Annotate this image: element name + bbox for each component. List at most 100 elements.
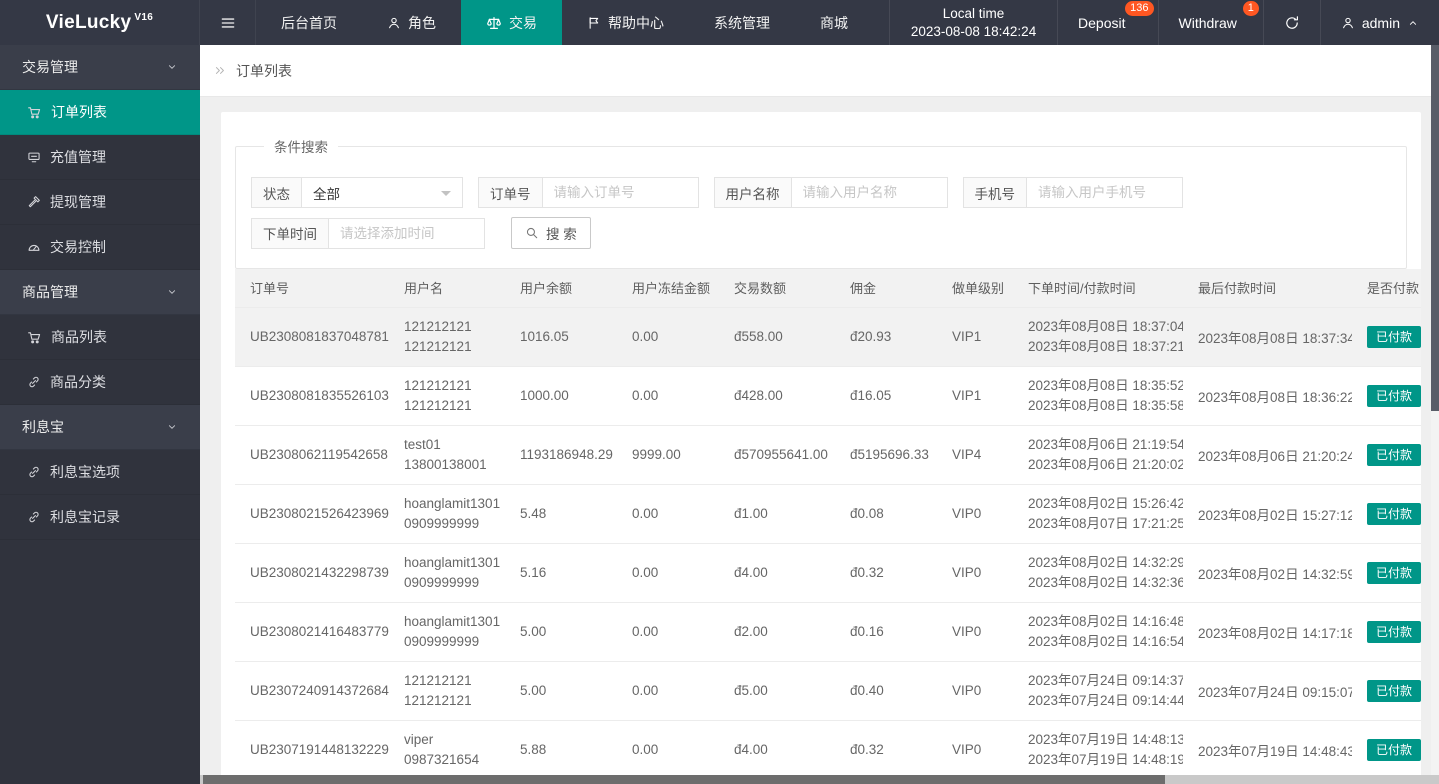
sidebar-item-label: 利息宝选项: [50, 464, 120, 480]
last-pay-cell: 2023年08月08日 18:37:34: [1183, 306, 1352, 366]
main-menu: 后台首页 角色 交易 帮助中心 系统管理 商城: [256, 0, 873, 45]
horizontal-scrollbar[interactable]: [200, 775, 1439, 784]
order-row: UB2308081837048781 121212121 121212121 1016…: [235, 306, 1421, 366]
nav-item-1[interactable]: 角色: [362, 0, 461, 45]
commission-cell: đ20.93: [835, 306, 937, 366]
withdraw-label: Withdraw: [1178, 14, 1237, 31]
sidebar-item[interactable]: 商品分类: [0, 360, 200, 405]
nav-item-2[interactable]: 交易: [461, 0, 562, 45]
sidebar-item[interactable]: 提现管理: [0, 180, 200, 225]
nav-item-label: 交易: [509, 14, 537, 31]
paid-status-button[interactable]: 已付款: [1367, 561, 1421, 584]
paid-status-button[interactable]: 已付款: [1367, 443, 1421, 466]
pay-status-cell: 已付款: [1352, 306, 1421, 366]
order-no-cell: UB2308021416483779: [235, 601, 389, 661]
pay-status-cell: 已付款: [1352, 601, 1421, 661]
nav-item-4[interactable]: 系统管理: [689, 0, 795, 45]
order-time-input[interactable]: [329, 218, 484, 248]
content-card: 条件搜索 状态 全部 订单号 用户名称: [221, 112, 1421, 784]
nav-item-label: 角色: [408, 14, 436, 31]
order-time-cell: 2023年08月02日 14:32:29 2023年08月02日 14:32:36: [1013, 542, 1183, 602]
status-select[interactable]: 全部: [302, 178, 462, 207]
pay-status-cell: 已付款: [1352, 365, 1421, 425]
level-cell: VIP0: [937, 719, 1013, 779]
scales-icon: [486, 15, 502, 31]
sidebar-item[interactable]: 交易控制: [0, 225, 200, 270]
order-no-input[interactable]: [542, 178, 698, 207]
paid-status-button[interactable]: 已付款: [1367, 384, 1421, 407]
last-pay-cell: 2023年08月02日 14:17:18: [1183, 601, 1352, 661]
order-no-cell: UB2308021432298739: [235, 542, 389, 602]
horizontal-scrollbar-thumb[interactable]: [203, 775, 1165, 784]
level-cell: VIP4: [937, 424, 1013, 484]
column-header: 是否付款: [1352, 269, 1421, 307]
nav-item-0[interactable]: 后台首页: [256, 0, 362, 45]
phone-group: 手机号: [962, 177, 1183, 208]
top-navbar: VieLucky V16 后台首页 角色 交易 帮助中心 系统管理 商城 Local tim…: [0, 0, 1439, 45]
order-no-cell: UB2307191448132229: [235, 719, 389, 779]
local-time-value: 2023-08-08 18:42:24: [910, 23, 1037, 39]
deposit-button[interactable]: Deposit 136: [1057, 0, 1157, 45]
column-header: 交易数额: [719, 269, 835, 307]
withdraw-button[interactable]: Withdraw 1: [1157, 0, 1263, 45]
chevron-up-icon: [1407, 17, 1419, 29]
sidebar-section-1[interactable]: 商品管理: [0, 270, 200, 315]
deposit-badge: 136: [1125, 1, 1154, 16]
paid-status-button[interactable]: 已付款: [1367, 679, 1421, 702]
sidebar-item[interactable]: 充值管理: [0, 135, 200, 180]
sidebar-section-2[interactable]: 利息宝: [0, 405, 200, 450]
phone-input[interactable]: [1027, 178, 1182, 207]
nav-item-label: 系统管理: [714, 14, 770, 31]
balance-cell: 5.16: [505, 542, 617, 602]
sidebar-item[interactable]: 订单列表: [0, 90, 200, 135]
user-cell: 121212121 121212121: [389, 660, 505, 720]
vertical-scrollbar-thumb[interactable]: [1431, 45, 1439, 411]
amount-cell: đ1.00: [719, 483, 835, 543]
user-cell: viper 0987321654: [389, 719, 505, 779]
paid-status-button[interactable]: 已付款: [1367, 738, 1421, 761]
last-pay-cell: 2023年08月06日 21:20:24: [1183, 424, 1352, 484]
sidebar-item-label: 商品列表: [51, 329, 107, 345]
order-row: UB2307191448132229 viper 0987321654 5.88 0.0…: [235, 719, 1421, 779]
search-panel: 条件搜索 状态 全部 订单号 用户名称: [235, 136, 1407, 269]
paid-status-button[interactable]: 已付款: [1367, 325, 1421, 348]
frozen-cell: 0.00: [617, 483, 719, 543]
flag-icon: [587, 16, 601, 30]
order-no-cell: UB2308081837048781: [235, 306, 389, 366]
table-header-row: 订单号 用户名 用户余额 用户冻结金额 交易数额 佣金 做单级别 下单时间/付款时间 最后付款时…: [235, 269, 1421, 307]
breadcrumb-label: 订单列表: [236, 62, 292, 79]
user-cell: hoanglamit1301 0909999999: [389, 483, 505, 543]
user-name-input[interactable]: [791, 178, 947, 207]
sidebar-section-0[interactable]: 交易管理: [0, 45, 200, 90]
order-row: UB2308021432298739 hoanglamit1301 09099999…: [235, 542, 1421, 602]
sidebar-item-label: 提现管理: [50, 194, 106, 210]
orders-table-wrap: 订单号 用户名 用户余额 用户冻结金额 交易数额 佣金 做单级别 下单时间/付款时间 最后付款时…: [235, 269, 1421, 779]
sidebar-toggle-button[interactable]: [200, 0, 256, 45]
sidebar-item-label: 订单列表: [51, 104, 107, 120]
order-row: UB2308081835526103 121212121 121212121 1000…: [235, 365, 1421, 425]
nav-item-3[interactable]: 帮助中心: [562, 0, 689, 45]
caret-down-icon: [441, 190, 451, 201]
status-label: 状态: [252, 178, 302, 207]
last-pay-cell: 2023年08月02日 14:32:59: [1183, 542, 1352, 602]
search-row-1: 状态 全部 订单号 用户名称 手机: [251, 177, 1391, 208]
deposit-label: Deposit: [1078, 14, 1126, 31]
paid-status-button[interactable]: 已付款: [1367, 620, 1421, 643]
order-no-cell: UB2308062119542658: [235, 424, 389, 484]
sidebar-item[interactable]: 利息宝选项: [0, 450, 200, 495]
brand-logo[interactable]: VieLucky V16: [0, 0, 200, 45]
paid-status-button[interactable]: 已付款: [1367, 502, 1421, 525]
vertical-scrollbar[interactable]: [1431, 45, 1439, 784]
search-legend: 条件搜索: [274, 140, 328, 155]
sidebar-item[interactable]: 利息宝记录: [0, 495, 200, 540]
sidebar: 交易管理订单列表充值管理提现管理交易控制 商品管理商品列表商品分类 利息宝利息宝选项…: [0, 45, 200, 784]
withdraw-badge: 1: [1242, 1, 1259, 16]
level-cell: VIP1: [937, 306, 1013, 366]
refresh-button[interactable]: [1262, 0, 1320, 45]
sidebar-item[interactable]: 商品列表: [0, 315, 200, 360]
level-cell: VIP0: [937, 601, 1013, 661]
user-menu[interactable]: admin: [1319, 0, 1439, 45]
search-button[interactable]: 搜 索: [511, 217, 591, 249]
order-time-cell: 2023年08月08日 18:35:52 2023年08月08日 18:35:58: [1013, 365, 1183, 425]
nav-item-5[interactable]: 商城: [795, 0, 873, 45]
